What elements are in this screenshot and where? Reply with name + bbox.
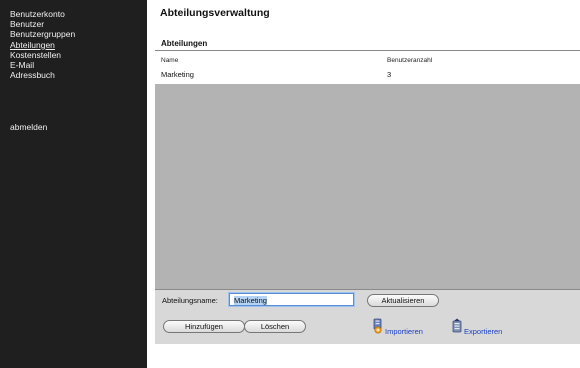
column-header-user-count[interactable]: Benutzeranzahl: [387, 57, 432, 64]
user-count-cell: 3: [387, 70, 392, 79]
department-name-input[interactable]: Marketing: [229, 293, 354, 306]
delete-button[interactable]: Löschen: [244, 320, 306, 333]
edit-form-panel: Abteilungsname: Marketing Aktualisieren …: [155, 290, 580, 344]
sidebar-item-benutzer[interactable]: Benutzer: [10, 19, 75, 29]
empty-list-area: [155, 84, 580, 289]
table-row[interactable]: Marketing 3: [155, 67, 580, 83]
department-name-label: Abteilungsname:: [162, 296, 218, 305]
page-title: Abteilungsverwaltung: [160, 7, 270, 19]
sidebar-nav: Benutzerkonto Benutzer Benutzergruppen A…: [10, 9, 75, 80]
sidebar-item-email[interactable]: E-Mail: [10, 60, 75, 70]
update-button[interactable]: Aktualisieren: [367, 294, 439, 307]
section-title: Abteilungen: [161, 39, 208, 48]
sidebar-item-abteilungen[interactable]: Abteilungen: [10, 40, 75, 50]
sidebar-item-benutzerkonto[interactable]: Benutzerkonto: [10, 9, 75, 19]
add-button[interactable]: Hinzufügen: [163, 320, 245, 333]
export-icon: [452, 318, 462, 333]
sidebar-item-benutzergruppen[interactable]: Benutzergruppen: [10, 29, 75, 39]
export-link-label: Exportieren: [464, 327, 503, 336]
sidebar: Benutzerkonto Benutzer Benutzergruppen A…: [0, 0, 147, 368]
section-divider: [155, 50, 580, 51]
department-name-value: Marketing: [234, 296, 267, 305]
logout-link[interactable]: abmelden: [10, 122, 47, 132]
department-name-cell: Marketing: [161, 70, 194, 79]
sidebar-item-kostenstellen[interactable]: Kostenstellen: [10, 50, 75, 60]
sidebar-item-adressbuch[interactable]: Adressbuch: [10, 70, 75, 80]
main-content: Abteilungsverwaltung Abteilungen Name Be…: [155, 0, 580, 368]
column-header-name[interactable]: Name: [161, 57, 178, 64]
import-link-label: Importieren: [385, 327, 423, 336]
import-icon: [373, 318, 382, 334]
